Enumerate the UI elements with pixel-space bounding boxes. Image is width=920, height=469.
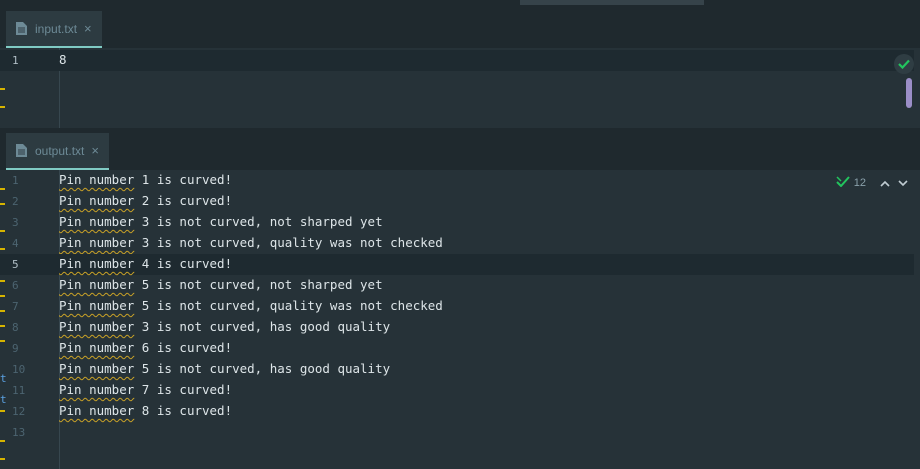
spellcheck-word: Pin number [59, 172, 135, 187]
line-number: 1 [12, 174, 19, 187]
chevron-down-icon[interactable] [896, 176, 910, 190]
line-rest: 7 is curved! [134, 382, 233, 397]
editor-line[interactable]: 12 Pin number 8 is curved! [0, 401, 914, 422]
line-text: Pin number 3 is not curved, not sharped … [59, 214, 383, 229]
line-number: 7 [12, 300, 19, 313]
line-text: Pin number 7 is curved! [59, 382, 232, 397]
line-text: Pin number 5 is not curved, quality was … [59, 298, 443, 313]
line-number: 11 [12, 384, 26, 397]
line-rest: 1 is curved! [134, 172, 233, 187]
tab-input-txt[interactable]: input.txt × [6, 11, 102, 48]
line-text: Pin number 6 is curved! [59, 340, 232, 355]
spellcheck-word: Pin number [59, 403, 135, 418]
output-tab-bar: output.txt × [0, 128, 920, 170]
spellcheck-word: Pin number [59, 235, 135, 250]
input-tab-bar: input.txt × [0, 6, 920, 48]
change-mark [0, 458, 5, 460]
line-number: 1 [12, 54, 19, 67]
line-rest: 3 is not curved, quality was not checked [134, 235, 443, 250]
editor-line[interactable]: 7 Pin number 5 is not curved, quality was… [0, 296, 914, 317]
line-rest: 3 is not curved, not sharped yet [134, 214, 383, 229]
line-rest: 3 is not curved, has good quality [134, 319, 391, 334]
output-editor[interactable]: t t 1 Pin number 1 is curved! 2 Pin number … [0, 170, 920, 469]
line-number: 2 [12, 195, 19, 208]
line-rest: 6 is curved! [134, 340, 233, 355]
line-rest: 4 is curved! [134, 256, 233, 271]
check-icon [836, 176, 850, 190]
line-text: Pin number 8 is curved! [59, 403, 232, 418]
spellcheck-word: Pin number [59, 319, 135, 334]
line-number: 5 [12, 258, 19, 271]
line-text: Pin number 4 is curved! [59, 256, 232, 271]
tab-output-txt[interactable]: output.txt × [6, 133, 109, 170]
line-text: 8 [59, 52, 67, 67]
editor-line[interactable]: 13 [0, 422, 914, 443]
inspection-count: 12 [853, 177, 866, 189]
editor-line[interactable]: 9 Pin number 6 is curved! [0, 338, 914, 359]
editor-line[interactable]: 5 Pin number 4 is curved! [0, 254, 914, 275]
editor-line[interactable]: 1 Pin number 1 is curved! [0, 170, 914, 191]
editor-line[interactable]: 3 Pin number 3 is not curved, not sharped… [0, 212, 914, 233]
file-icon [16, 144, 27, 157]
line-rest: 5 is not curved, not sharped yet [134, 277, 383, 292]
line-text: Pin number 3 is not curved, quality was … [59, 235, 443, 250]
line-number: 12 [12, 405, 26, 418]
spellcheck-word: Pin number [59, 214, 135, 229]
spellcheck-word: Pin number [59, 382, 135, 397]
file-icon [16, 22, 27, 35]
line-text: Pin number 3 is not curved, has good qua… [59, 319, 390, 334]
close-icon[interactable]: × [84, 21, 92, 36]
line-rest: 5 is not curved, has good quality [134, 361, 391, 376]
spellcheck-word: Pin number [59, 193, 135, 208]
line-number: 10 [12, 363, 26, 376]
editor-line[interactable]: 10 Pin number 5 is not curved, has good q… [0, 359, 914, 380]
inspection-widget[interactable]: 12 [836, 176, 910, 190]
tab-label: output.txt [35, 143, 85, 158]
line-rest: 8 is curved! [134, 403, 233, 418]
editor-line[interactable]: 11 Pin number 7 is curved! [0, 380, 914, 401]
editor-line[interactable]: 6 Pin number 5 is not curved, not sharped… [0, 275, 914, 296]
chevron-up-icon[interactable] [878, 176, 892, 190]
editor-line[interactable]: 8 Pin number 3 is not curved, has good qu… [0, 317, 914, 338]
line-number: 3 [12, 216, 19, 229]
line-number: 8 [12, 321, 19, 334]
spellcheck-word: Pin number [59, 361, 135, 376]
line-text: Pin number 2 is curved! [59, 193, 232, 208]
line-number: 4 [12, 237, 19, 250]
top-strip-segment [520, 0, 704, 5]
tab-label: input.txt [35, 21, 78, 36]
change-mark [0, 106, 5, 108]
line-text: Pin number 5 is not curved, has good qua… [59, 361, 390, 376]
input-editor[interactable]: 1 8 [0, 48, 920, 128]
change-mark [0, 88, 5, 90]
check-icon[interactable] [894, 54, 914, 74]
editor-line[interactable]: 1 8 [0, 50, 914, 71]
line-text: Pin number 1 is curved! [59, 172, 232, 187]
close-icon[interactable]: × [91, 143, 99, 158]
line-rest: 2 is curved! [134, 193, 233, 208]
spellcheck-word: Pin number [59, 340, 135, 355]
line-number: 6 [12, 279, 19, 292]
line-text: Pin number 5 is not curved, not sharped … [59, 277, 383, 292]
spellcheck-word: Pin number [59, 298, 135, 313]
line-number: 13 [12, 426, 26, 439]
spellcheck-word: Pin number [59, 256, 135, 271]
editor-line[interactable]: 4 Pin number 3 is not curved, quality was… [0, 233, 914, 254]
line-rest: 5 is not curved, quality was not checked [134, 298, 443, 313]
editor-line[interactable]: 2 Pin number 2 is curved! [0, 191, 914, 212]
scrollbar-thumb[interactable] [906, 78, 912, 108]
line-number: 9 [12, 342, 19, 355]
spellcheck-word: Pin number [59, 277, 135, 292]
